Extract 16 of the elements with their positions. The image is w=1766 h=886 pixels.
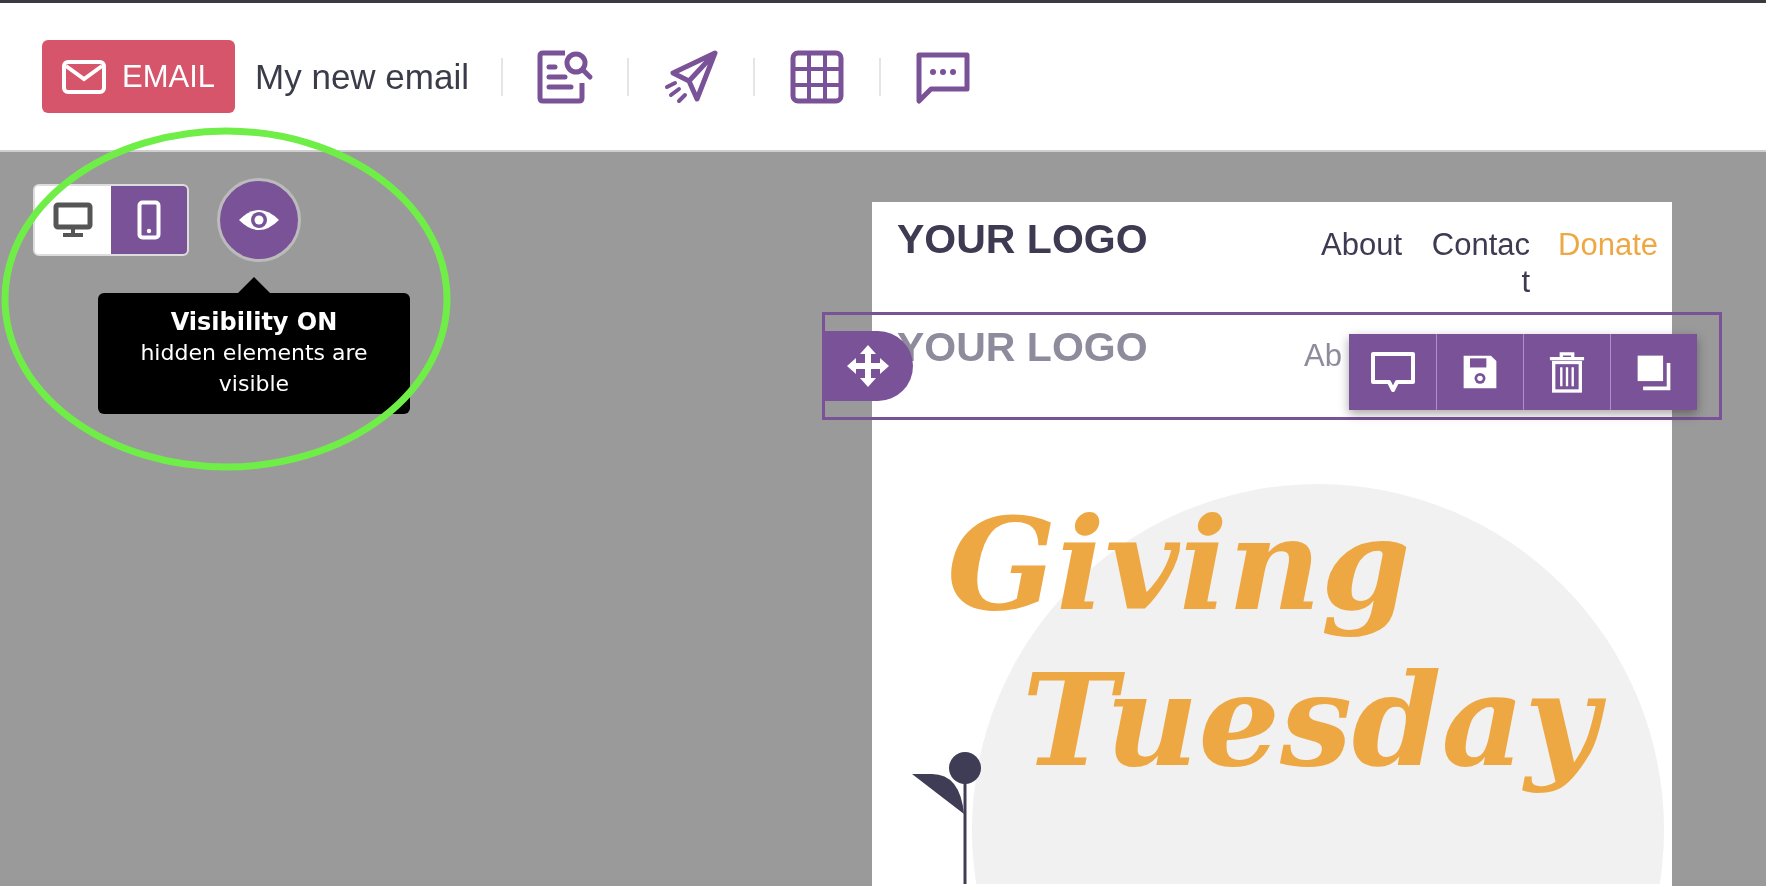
email-name: My new email bbox=[255, 56, 469, 97]
nav-link[interactable]: About bbox=[1321, 226, 1403, 264]
mobile-icon[interactable] bbox=[111, 186, 187, 254]
tooltip-title: Visibility ON bbox=[170, 307, 338, 338]
nav-link[interactable]: Contact bbox=[1430, 226, 1531, 301]
save-icon[interactable] bbox=[1436, 334, 1523, 410]
trash-icon[interactable] bbox=[1523, 334, 1610, 410]
hero-title: Tuesday bbox=[1022, 640, 1623, 806]
tooltip-text: hidden elements are visible bbox=[139, 339, 369, 398]
logo-text: YOUR LOGO bbox=[897, 216, 1148, 264]
envelope-icon bbox=[62, 59, 106, 94]
hero-title: Giving bbox=[947, 488, 1412, 641]
flower-icon bbox=[910, 750, 982, 884]
email-type-button[interactable]: EMAIL bbox=[42, 40, 236, 113]
comment-icon[interactable] bbox=[1349, 334, 1436, 410]
duplicate-icon[interactable] bbox=[1610, 334, 1697, 410]
